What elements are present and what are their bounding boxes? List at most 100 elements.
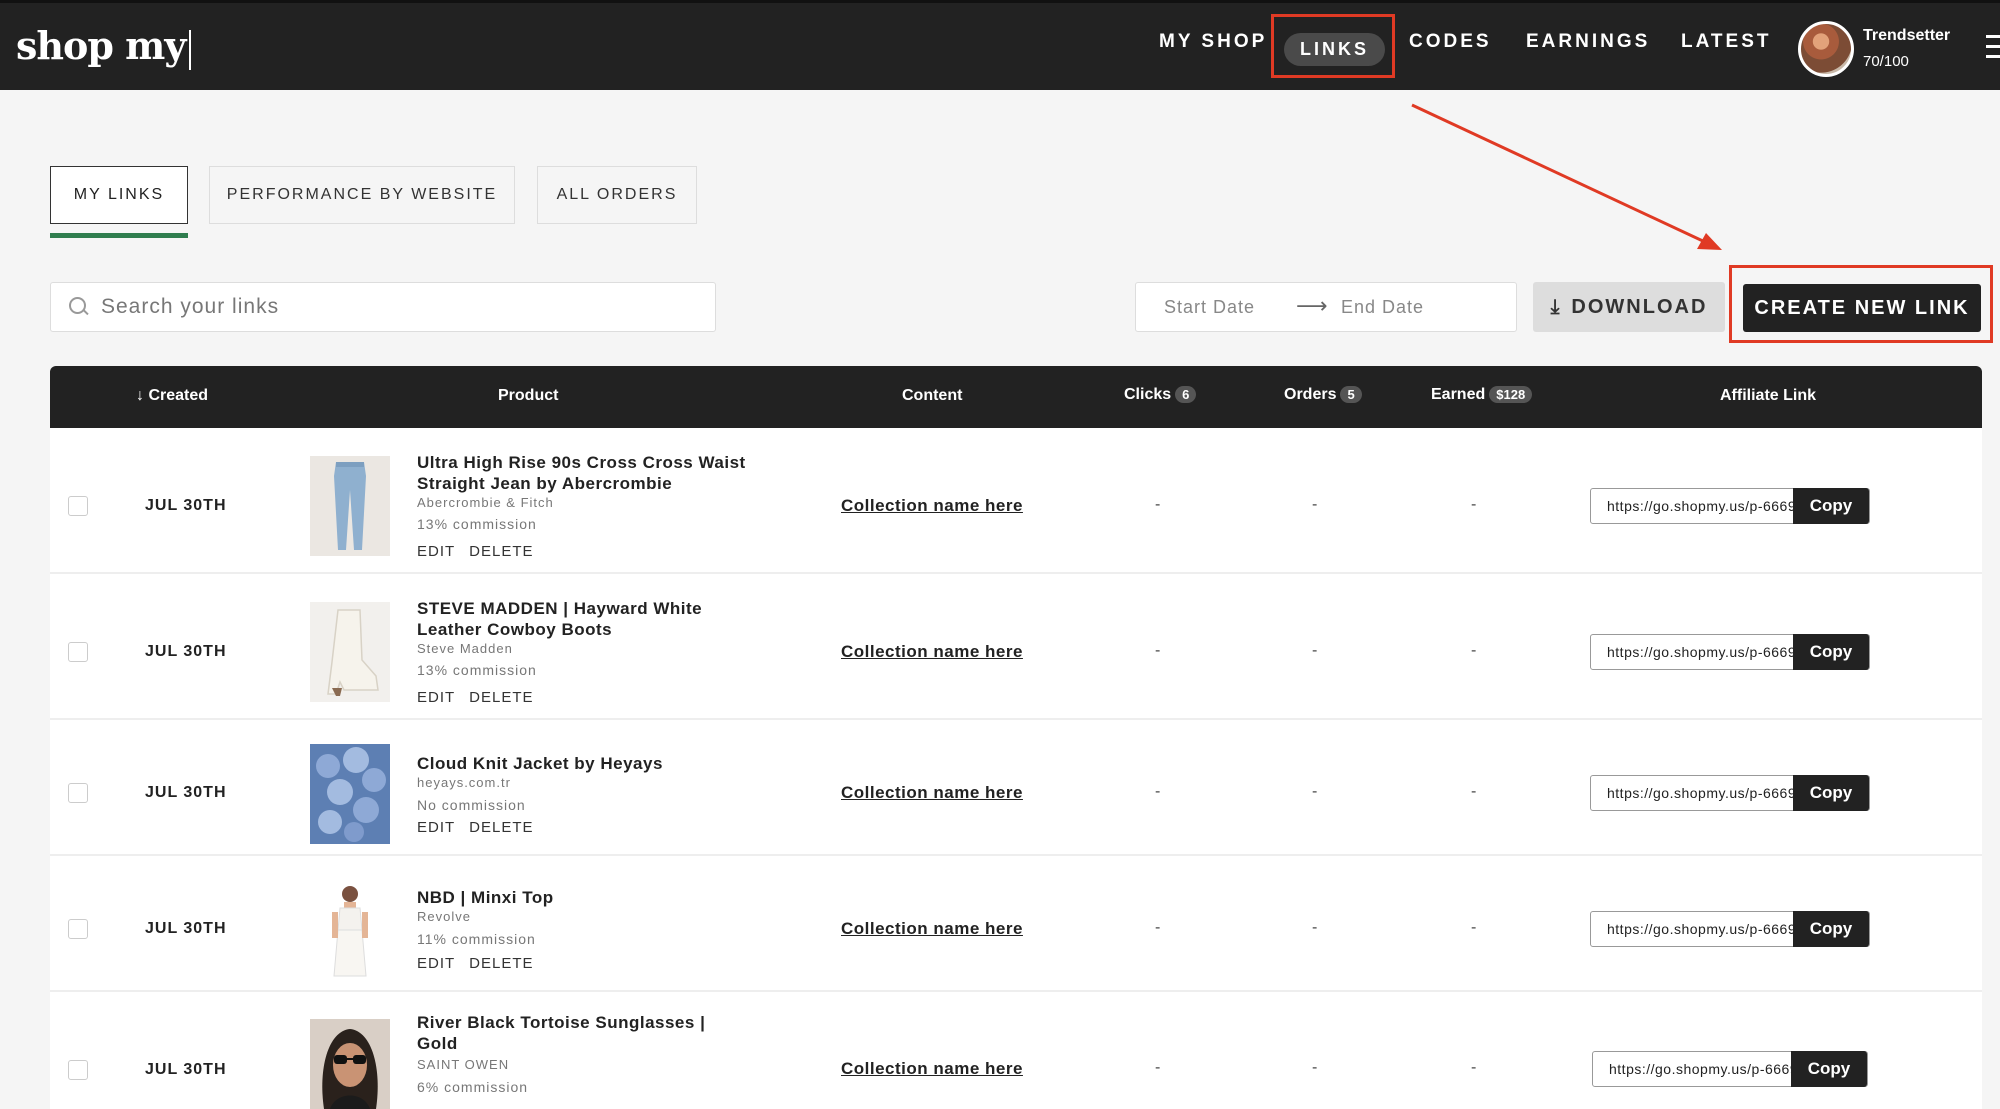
search-bar (50, 282, 716, 332)
affiliate-url[interactable]: https://go.shopmy.us/p-6669636 (1591, 785, 1793, 801)
tab-performance-by-website[interactable]: PERFORMANCE BY WEBSITE (209, 166, 515, 224)
affiliate-url[interactable]: https://go.shopmy.us/p-6669786 (1591, 498, 1793, 514)
header-earned[interactable]: Earned $128 (1431, 386, 1533, 404)
copy-button[interactable]: Copy (1791, 1051, 1867, 1087)
orders-value: - (1312, 783, 1318, 800)
download-button[interactable]: ⤓ DOWNLOAD (1533, 282, 1725, 332)
nav-latest[interactable]: LATEST (1681, 31, 1771, 53)
orders-value: - (1312, 642, 1318, 659)
row-checkbox[interactable] (68, 783, 88, 803)
user-avatar[interactable] (1798, 21, 1854, 77)
collection-link[interactable]: Collection name here (841, 919, 1023, 939)
product-actions: EDIT DELETE (417, 543, 548, 560)
product-thumbnail[interactable] (310, 744, 390, 844)
row-checkbox[interactable] (68, 1060, 88, 1080)
date-range-picker[interactable]: Start Date ⟶ End Date (1135, 282, 1517, 332)
row-checkbox[interactable] (68, 642, 88, 662)
active-tab-underline (50, 233, 188, 238)
product-name[interactable]: Ultra High Rise 90s Cross Cross Waist St… (417, 452, 747, 494)
earned-value: - (1471, 496, 1477, 513)
collection-link[interactable]: Collection name here (841, 496, 1023, 516)
product-name[interactable]: NBD | Minxi Top (417, 887, 747, 908)
header-created-label: Created (148, 387, 209, 404)
download-icon: ⤓ (1550, 295, 1562, 318)
edit-link[interactable]: EDIT (417, 543, 455, 560)
search-input[interactable] (101, 295, 661, 319)
orders-value: - (1312, 919, 1318, 936)
tab-my-links[interactable]: MY LINKS (50, 166, 188, 224)
annotation-arrow (1411, 103, 1722, 250)
download-label: DOWNLOAD (1571, 295, 1708, 318)
delete-link[interactable]: DELETE (469, 819, 533, 836)
hamburger-menu-icon[interactable] (1986, 35, 2000, 59)
product-commission: 13% commission (417, 516, 537, 532)
tab-all-orders[interactable]: ALL ORDERS (537, 166, 697, 224)
product-brand: SAINT OWEN (417, 1057, 510, 1072)
collection-link[interactable]: Collection name here (841, 783, 1023, 803)
clicks-value: - (1155, 642, 1161, 659)
created-date: JUL 30TH (145, 784, 227, 801)
copy-button[interactable]: Copy (1793, 488, 1869, 524)
earned-amount-badge: $128 (1489, 386, 1533, 403)
user-score: 70/100 (1863, 53, 1909, 70)
product-thumbnail[interactable] (310, 880, 390, 980)
edit-link[interactable]: EDIT (417, 689, 455, 706)
product-thumbnail[interactable] (310, 456, 390, 556)
affiliate-link-box: https://go.shopmy.us/p-6669502 Copy (1590, 911, 1870, 947)
row-checkbox[interactable] (68, 496, 88, 516)
header-clicks[interactable]: Clicks 6 (1124, 386, 1197, 404)
table-row: JUL 30TH River Black Tortoise Sunglasses… (50, 992, 1982, 1109)
affiliate-url[interactable]: https://go.shopmy.us/p-6669502 (1591, 921, 1793, 937)
clicks-value: - (1155, 783, 1161, 800)
affiliate-link-box: https://go.shopmy.us/p-6669686 Copy (1590, 634, 1870, 670)
copy-button[interactable]: Copy (1793, 775, 1869, 811)
product-commission: No commission (417, 797, 526, 813)
earned-value: - (1471, 919, 1477, 936)
product-name[interactable]: Cloud Knit Jacket by Heyays (417, 753, 747, 774)
collection-link[interactable]: Collection name here (841, 1059, 1023, 1079)
create-new-link-button[interactable]: CREATE NEW LINK (1743, 284, 1981, 332)
product-actions: EDIT DELETE (417, 819, 548, 836)
affiliate-link-box: https://go.shopmy.us/p-6669636 Copy (1590, 775, 1870, 811)
affiliate-url[interactable]: https://go.shopmy.us/p-6669686 (1591, 644, 1793, 660)
product-name[interactable]: STEVE MADDEN | Hayward White Leather Cow… (417, 598, 747, 640)
product-brand: Steve Madden (417, 641, 513, 656)
clicks-value: - (1155, 496, 1161, 513)
product-name[interactable]: River Black Tortoise Sunglasses | Gold (417, 1012, 747, 1054)
product-commission: 13% commission (417, 662, 537, 678)
arrow-right-icon: ⟶ (1296, 293, 1329, 318)
product-brand: Abercrombie & Fitch (417, 495, 554, 510)
delete-link[interactable]: DELETE (469, 543, 533, 560)
row-checkbox[interactable] (68, 919, 88, 939)
header-orders[interactable]: Orders 5 (1284, 386, 1362, 404)
product-brand: Revolve (417, 909, 471, 924)
orders-count-badge: 5 (1340, 386, 1362, 403)
copy-button[interactable]: Copy (1793, 911, 1869, 947)
delete-link[interactable]: DELETE (469, 955, 533, 972)
copy-button[interactable]: Copy (1793, 634, 1869, 670)
affiliate-url[interactable]: https://go.shopmy.us/p-6669481 (1593, 1061, 1791, 1077)
nav-my-shop[interactable]: MY SHOP (1159, 31, 1267, 53)
edit-link[interactable]: EDIT (417, 819, 455, 836)
affiliate-link-box: https://go.shopmy.us/p-6669481 Copy (1592, 1051, 1868, 1087)
nav-codes[interactable]: CODES (1409, 31, 1492, 53)
affiliate-link-box: https://go.shopmy.us/p-6669786 Copy (1590, 488, 1870, 524)
earned-value: - (1471, 783, 1477, 800)
shopmy-logo[interactable]: shop my (16, 23, 192, 70)
created-date: JUL 30TH (145, 497, 227, 514)
start-date-field[interactable]: Start Date (1164, 297, 1255, 318)
header-created[interactable]: ↓ Created (136, 387, 208, 405)
product-actions: EDIT DELETE (417, 689, 548, 706)
end-date-field[interactable]: End Date (1341, 297, 1424, 318)
top-nav-bar: shop my MY SHOP LINKS CODES EARNINGS LAT… (0, 0, 2000, 90)
delete-link[interactable]: DELETE (469, 689, 533, 706)
product-thumbnail[interactable] (310, 602, 390, 702)
orders-value: - (1312, 1059, 1318, 1076)
collection-link[interactable]: Collection name here (841, 642, 1023, 662)
header-orders-label: Orders (1284, 386, 1337, 403)
nav-earnings[interactable]: EARNINGS (1526, 31, 1650, 53)
product-thumbnail[interactable] (310, 1019, 390, 1109)
table-row: JUL 30TH NBD | Minxi Top Revolve 11% com… (50, 856, 1982, 992)
edit-link[interactable]: EDIT (417, 955, 455, 972)
table-row: JUL 30TH Cloud Knit Jacket by Heyays hey… (50, 720, 1982, 856)
